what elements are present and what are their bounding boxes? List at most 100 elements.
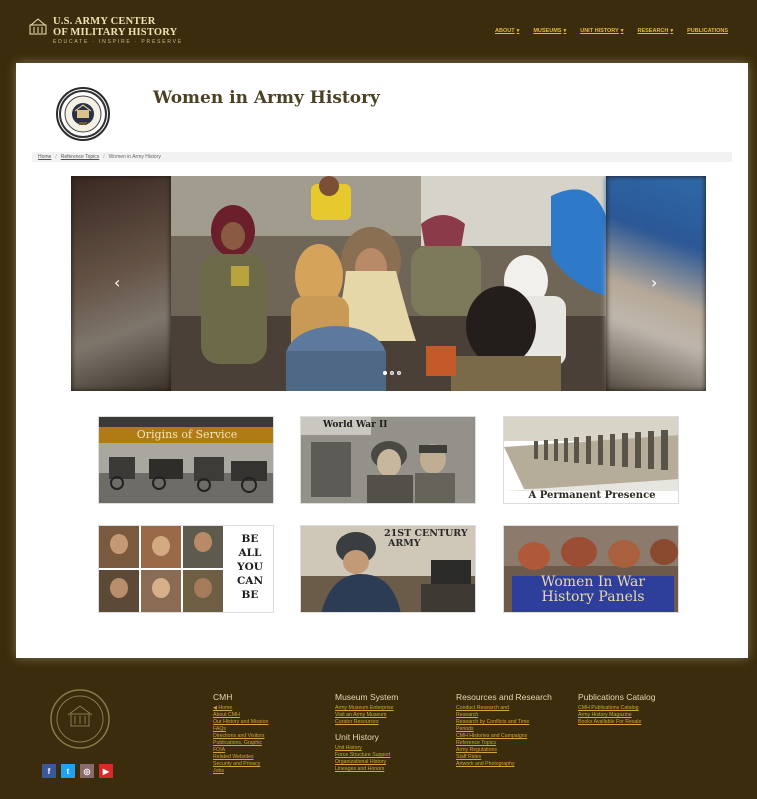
nav-unit-history-label: UNIT HISTORY <box>580 28 619 34</box>
twitter-icon[interactable]: t <box>61 764 75 778</box>
footer-column-resources: Resources and Research Conduct Research … <box>456 692 574 768</box>
main-panel: Women in Army History Home / Reference T… <box>16 63 748 658</box>
footer-link[interactable]: ◀ Home <box>213 705 331 712</box>
tile-permanent-presence[interactable]: A Permanent Presence <box>503 416 679 504</box>
footer-link[interactable]: Army History Magazine <box>578 712 696 719</box>
nav-museums[interactable]: MUSEUMS ▾ <box>533 28 566 34</box>
tile-be-all-you-can-be[interactable]: BE ALL YOU CAN BE <box>98 525 274 613</box>
carousel-active-slide-image <box>171 176 606 391</box>
carousel-next-icon[interactable]: › <box>651 273 657 292</box>
footer-link[interactable]: Our History and Mission <box>213 719 331 726</box>
facebook-icon[interactable]: f <box>42 764 56 778</box>
youtube-icon[interactable]: ▶ <box>99 764 113 778</box>
hero-carousel[interactable]: ‹ › <box>71 176 706 391</box>
footer-link[interactable]: About CMH <box>213 712 331 719</box>
breadcrumb-separator: / <box>103 154 105 160</box>
footer-link[interactable]: Artwork and Photography <box>456 761 574 768</box>
nav-publications[interactable]: PUBLICATIONS <box>687 28 728 34</box>
nav-unit-history[interactable]: UNIT HISTORY ▾ <box>580 28 623 34</box>
breadcrumb-current: Women in Army History <box>108 154 161 160</box>
footer-link[interactable]: CMH Histories and Campaigns <box>456 733 574 740</box>
site-logo[interactable]: U.S. ARMY CENTER OF MILITARY HISTORY EDU… <box>28 16 183 46</box>
footer-link[interactable]: Visit an Army Museum <box>335 712 453 719</box>
footer-link[interactable]: Army Regulations <box>456 747 574 754</box>
chevron-down-icon: ▾ <box>620 28 624 34</box>
footer-link[interactable]: Conduct Research and <box>456 705 574 712</box>
tile-caption: Women In War History Panels <box>512 575 674 605</box>
breadcrumb-reference-topics[interactable]: Reference Topics <box>61 154 100 160</box>
army-emblem-icon <box>29 18 47 35</box>
footer-link[interactable]: Security and Privacy <box>213 761 331 768</box>
footer-link[interactable]: Jobs <box>213 768 331 775</box>
footer-link[interactable]: Books Available For Resale <box>578 719 696 726</box>
footer-column-museum-system: Museum System Army Museum Enterprise Vis… <box>335 692 453 773</box>
footer-link[interactable]: Organizational History <box>335 759 453 766</box>
caption-line: History Panels <box>541 589 645 605</box>
caption-line: YOU <box>237 561 263 573</box>
footer-column-cmh: CMH ◀ Home About CMH Our History and Mis… <box>213 692 331 775</box>
footer-link[interactable]: CMH Publications Catalog <box>578 705 696 712</box>
carousel-dot[interactable] <box>397 371 401 375</box>
tile-origins-of-service[interactable]: Origins of Service <box>98 416 274 504</box>
caption-line: Women In War <box>540 574 646 590</box>
footer-link[interactable]: Curator Resources <box>335 719 453 726</box>
footer-link[interactable]: Publications, Graphic <box>213 740 331 747</box>
carousel-prev-slide-preview <box>71 176 171 391</box>
footer-link[interactable]: Staff Rides <box>456 754 574 761</box>
site-footer: f t ◎ ▶ CMH ◀ Home About CMH Our History… <box>0 668 757 799</box>
footer-link[interactable]: Research <box>456 712 574 719</box>
tile-caption: A Permanent Presence <box>528 490 656 501</box>
nav-research-label: RESEARCH <box>637 28 669 34</box>
nav-about[interactable]: ABOUT ▾ <box>495 28 519 34</box>
caption-line: CAN <box>236 575 264 587</box>
tile-world-war-ii[interactable]: World War II <box>300 416 476 504</box>
cmh-seal <box>56 87 110 141</box>
footer-link[interactable]: Unit History <box>335 745 453 752</box>
tile-21st-century-army[interactable]: 21ST CENTURY ARMY <box>300 525 476 613</box>
footer-column-publications: Publications Catalog CMH Publications Ca… <box>578 692 696 726</box>
page-title: Women in Army History <box>153 88 380 108</box>
caption-line: ALL <box>238 547 262 559</box>
footer-link[interactable]: Army Museum Enterprise <box>335 705 453 712</box>
main-nav: ABOUT ▾ MUSEUMS ▾ UNIT HISTORY ▾ RESEARCH ▾ … <box>495 28 728 34</box>
footer-link[interactable]: Directions and Visitors <box>213 733 331 740</box>
tile-caption: World War II <box>323 420 388 430</box>
caption-line: BE <box>241 533 259 545</box>
carousel-prev-icon[interactable]: ‹ <box>114 273 120 292</box>
footer-link[interactable]: FAQs <box>213 726 331 733</box>
tile-caption: Origins of Service <box>136 428 238 441</box>
seal-icon <box>59 90 107 138</box>
logo-tagline: EDUCATE · INSPIRE · PRESERVE <box>53 39 183 45</box>
breadcrumb-separator: / <box>55 154 57 160</box>
breadcrumb-home[interactable]: Home <box>38 154 51 160</box>
nav-museums-label: MUSEUMS <box>533 28 562 34</box>
footer-heading: Museum System <box>335 692 399 702</box>
chevron-down-icon: ▾ <box>516 28 520 34</box>
breadcrumb: Home / Reference Topics / Women in Army … <box>32 152 732 162</box>
footer-link[interactable]: Force Structure Support <box>335 752 453 759</box>
footer-link[interactable]: Periods <box>456 726 574 733</box>
footer-link[interactable]: Research by Conflicts and Time <box>456 719 574 726</box>
army-seal-icon <box>50 689 110 749</box>
footer-link[interactable]: Related Websites <box>213 754 331 761</box>
footer-link[interactable]: Lineages and Honors <box>335 766 453 773</box>
chevron-down-icon: ▾ <box>670 28 674 34</box>
footer-heading: Resources and Research <box>456 692 552 702</box>
tile-women-in-war-history-panels[interactable]: Women In War History Panels <box>503 525 679 613</box>
logo-text: U.S. ARMY CENTER OF MILITARY HISTORY EDU… <box>53 16 183 46</box>
footer-heading: CMH <box>213 692 233 702</box>
site-header: U.S. ARMY CENTER OF MILITARY HISTORY EDU… <box>0 0 757 56</box>
caption-line: BE <box>241 589 259 601</box>
footer-link[interactable]: FOIA <box>213 747 331 754</box>
carousel-indicators <box>383 371 401 375</box>
footer-link[interactable]: Reference Topics <box>456 740 574 747</box>
carousel-dot[interactable] <box>383 371 387 375</box>
nav-research[interactable]: RESEARCH ▾ <box>638 28 674 34</box>
logo-line-1: U.S. ARMY CENTER <box>53 16 156 27</box>
social-links: f t ◎ ▶ <box>42 764 113 778</box>
nav-about-label: ABOUT <box>495 28 515 34</box>
nav-publications-label: PUBLICATIONS <box>687 28 728 34</box>
flickr-icon[interactable]: ◎ <box>80 764 94 778</box>
tile-caption: BE ALL YOU CAN BE <box>227 532 273 602</box>
carousel-dot[interactable] <box>390 371 394 375</box>
